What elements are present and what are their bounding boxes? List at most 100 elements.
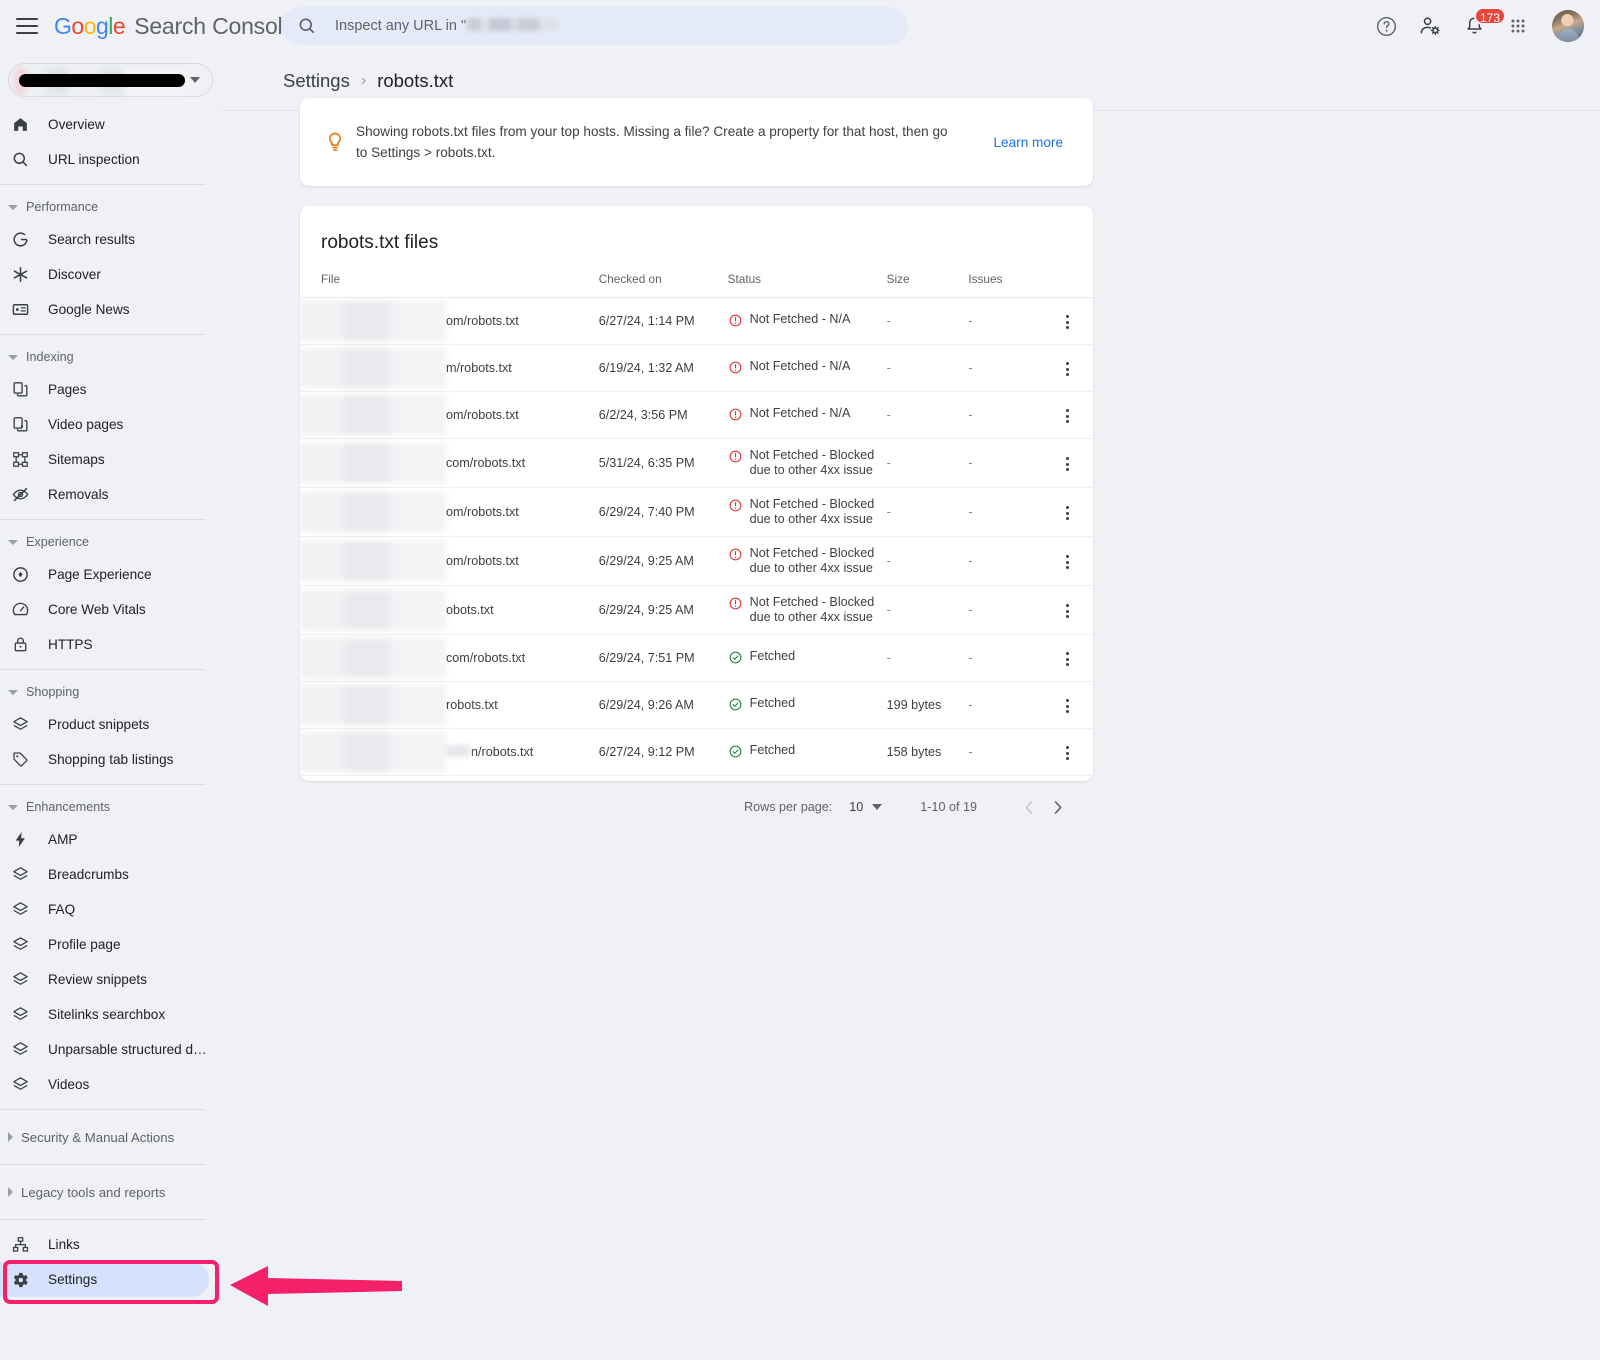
layers-icon [10, 865, 30, 885]
sidebar-item-discover[interactable]: Discover [0, 257, 209, 292]
status-error-icon [728, 596, 743, 614]
column-header-status[interactable]: Status [727, 272, 887, 298]
more-vertical-icon[interactable] [1060, 598, 1075, 624]
chevron-down-icon[interactable] [872, 804, 883, 810]
sidebar-item-shopping-tab-listings[interactable]: Shopping tab listings [0, 742, 209, 777]
more-vertical-icon[interactable] [1060, 451, 1075, 477]
sidebar-item-videos[interactable]: Videos [0, 1067, 209, 1102]
cell-file[interactable]: n/robots.txt [300, 728, 599, 776]
sidebar-group-shopping[interactable]: Shopping [0, 677, 221, 707]
learn-more-link[interactable]: Learn more [993, 135, 1063, 150]
redacted-domain [300, 638, 446, 678]
sidebar-item-pages[interactable]: Pages [0, 372, 209, 407]
table-row[interactable]: om/robots.txt 6/27/24, 1:14 PM Not Fetched… [300, 297, 1093, 345]
table-row[interactable]: obots.txt 6/29/24, 9:25 AM Not Fetched - B… [300, 585, 1093, 635]
table-row[interactable]: m/robots.txt 6/19/24, 1:32 AM Not Fetched … [300, 344, 1093, 392]
cell-file[interactable]: com/robots.txt [300, 438, 599, 488]
sidebar-item-amp[interactable]: AMP [0, 822, 209, 857]
sidebar-group-security-manual-actions[interactable]: Security & Manual Actions [0, 1117, 221, 1157]
cell-file[interactable]: om/robots.txt [300, 391, 599, 439]
cell-size: - [886, 634, 969, 682]
sidebar-group-experience[interactable]: Experience [0, 527, 221, 557]
sidebar-item-label: Core Web Vitals [48, 602, 146, 617]
chevron-right-icon[interactable] [1043, 793, 1071, 821]
cell-file[interactable]: om/robots.txt [300, 297, 599, 345]
sidebar-item-links[interactable]: Links [0, 1227, 209, 1262]
sidebar-item-faq[interactable]: FAQ [0, 892, 209, 927]
sidebar-item-breadcrumbs[interactable]: Breadcrumbs [0, 857, 209, 892]
sidebar-item-video-pages[interactable]: Video pages [0, 407, 209, 442]
bolt-icon [10, 830, 30, 850]
sidebar-item-sitelinks-searchbox[interactable]: Sitelinks searchbox [0, 997, 209, 1032]
search-input[interactable]: Inspect any URL in " [281, 7, 908, 45]
sidebar-item-https[interactable]: HTTPS [0, 627, 209, 662]
rows-per-page-value[interactable]: 10 [849, 800, 863, 814]
more-vertical-icon[interactable] [1060, 403, 1075, 429]
column-header-size[interactable]: Size [886, 272, 969, 298]
sidebar-item-label: Product snippets [48, 717, 150, 732]
sidebar-group-enhancements[interactable]: Enhancements [0, 792, 221, 822]
hamburger-icon[interactable] [16, 18, 38, 34]
more-vertical-icon[interactable] [1060, 740, 1075, 766]
cell-file[interactable]: om/robots.txt [300, 536, 599, 586]
table-row[interactable]: robots.txt 6/29/24, 9:26 AM Fetched 199 byt… [300, 681, 1093, 729]
sidebar-item-url-inspection[interactable]: URL inspection [0, 142, 209, 177]
sidebar-item-settings[interactable]: Settings [0, 1262, 209, 1297]
sidebar-item-review-snippets[interactable]: Review snippets [0, 962, 209, 997]
cell-status: Not Fetched - N/A [727, 391, 887, 439]
column-header-checked-on[interactable]: Checked on [598, 272, 728, 298]
table-row[interactable]: om/robots.txt 6/29/24, 9:25 AM Not Fetched… [300, 536, 1093, 586]
column-header-file[interactable]: File [300, 272, 599, 298]
cell-file[interactable]: com/robots.txt [300, 634, 599, 682]
gear-icon [10, 1270, 30, 1290]
sidebar-item-unparsable-structured-data[interactable]: Unparsable structured d… [0, 1032, 209, 1067]
sidebar-group-indexing[interactable]: Indexing [0, 342, 221, 372]
sidebar-item-product-snippets[interactable]: Product snippets [0, 707, 209, 742]
more-vertical-icon[interactable] [1060, 646, 1075, 672]
table-row[interactable]: om/robots.txt 6/29/24, 7:40 PM Not Fetched… [300, 487, 1093, 537]
table-row[interactable]: com/robots.txt 5/31/24, 6:35 PM Not Fetche… [300, 438, 1093, 488]
column-header-issues[interactable]: Issues [968, 272, 1042, 298]
help-icon[interactable] [1364, 4, 1408, 48]
divider [0, 184, 205, 185]
more-vertical-icon[interactable] [1060, 309, 1075, 335]
table-row[interactable]: om/robots.txt 6/2/24, 3:56 PM Not Fetched … [300, 391, 1093, 439]
sidebar-item-profile-page[interactable]: Profile page [0, 927, 209, 962]
sidebar-group-performance[interactable]: Performance [0, 192, 221, 222]
cell-issues: - [968, 487, 1042, 537]
pagination: Rows per page: 10 1-10 of 19 [300, 776, 1093, 821]
sidebar-item-core-web-vitals[interactable]: Core Web Vitals [0, 592, 209, 627]
more-vertical-icon[interactable] [1060, 356, 1075, 382]
sidebar-group-legacy-tools[interactable]: Legacy tools and reports [0, 1172, 221, 1212]
cell-file[interactable]: m/robots.txt [300, 344, 599, 392]
apps-grid-icon[interactable] [1496, 4, 1540, 48]
status-success-icon [728, 650, 743, 668]
status-badge: Not Fetched - Blocked due to other 4xx i… [749, 595, 875, 624]
table-row[interactable]: com/robots.txt 6/29/24, 7:51 PM Fetched - - [300, 634, 1093, 682]
sidebar-item-sitemaps[interactable]: Sitemaps [0, 442, 209, 477]
more-vertical-icon[interactable] [1060, 549, 1075, 575]
sidebar-item-google-news[interactable]: Google News [0, 292, 209, 327]
tag-icon [10, 750, 30, 770]
chevron-left-icon[interactable] [1015, 793, 1043, 821]
more-vertical-icon[interactable] [1060, 693, 1075, 719]
account-settings-icon[interactable] [1408, 4, 1452, 48]
sidebar-item-page-experience[interactable]: Page Experience [0, 557, 209, 592]
cell-file[interactable]: om/robots.txt [300, 487, 599, 537]
brand[interactable]: Google Search Console [54, 13, 295, 40]
notifications-bell-icon[interactable]: 173 [1452, 4, 1507, 48]
sidebar-item-removals[interactable]: Removals [0, 477, 209, 512]
property-selector[interactable] [8, 63, 213, 97]
redacted-domain [446, 745, 470, 757]
cell-issues: - [968, 728, 1042, 776]
sidebar-item-search-results[interactable]: Search results [0, 222, 209, 257]
layers-icon [10, 1005, 30, 1025]
user-avatar[interactable] [1552, 10, 1584, 42]
breadcrumb-parent[interactable]: Settings [283, 70, 350, 92]
page-experience-icon [10, 565, 30, 585]
more-vertical-icon[interactable] [1060, 500, 1075, 526]
cell-file[interactable]: obots.txt [300, 585, 599, 635]
cell-file[interactable]: robots.txt [300, 681, 599, 729]
sidebar-item-overview[interactable]: Overview [0, 107, 209, 142]
table-row[interactable]: n/robots.txt 6/27/24, 9:12 PM Fetched 158 b… [300, 728, 1093, 776]
